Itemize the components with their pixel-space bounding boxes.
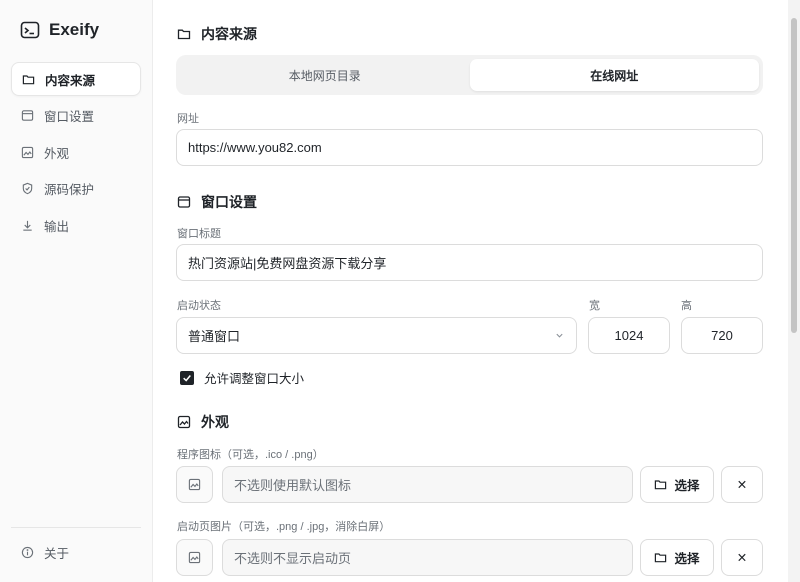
sidebar: Exeify 内容来源 窗口设置 外观 源码保护 输出 关于 [0,0,153,582]
startup-state-label: 启动状态 [177,300,221,312]
app-icon-placeholder: 不选则使用默认图标 [234,478,352,493]
section-title-window-settings: 窗口设置 [177,192,257,212]
app-icon-label: 程序图标（可选，.ico / .png） [177,449,324,461]
resizable-checkbox[interactable] [180,370,194,385]
sidebar-nav: 内容来源 窗口设置 外观 源码保护 输出 [11,62,141,245]
sidebar-divider [11,527,141,528]
width-label: 宽 [589,300,600,312]
startup-state-select[interactable]: 普通窗口 [176,317,577,354]
close-icon: ✕ [736,478,748,492]
sidebar-item-label: 窗口设置 [44,110,95,124]
close-icon: ✕ [736,551,748,565]
url-label: 网址 [177,113,199,125]
width-input[interactable]: 1024 [588,317,670,354]
about-label: 关于 [44,547,70,561]
sidebar-item-source-protection[interactable]: 源码保护 [11,172,141,206]
section-title-text: 窗口设置 [201,194,257,210]
height-input[interactable]: 720 [681,317,763,354]
download-icon [23,220,32,231]
sidebar-item-label: 源码保护 [44,183,95,197]
check-icon [183,374,191,382]
height-label: 高 [681,300,692,312]
image-icon [188,551,201,564]
brand: Exeify [20,20,99,40]
sidebar-item-label: 内容来源 [45,73,96,88]
height-value: 720 [711,328,733,343]
scrollbar-thumb[interactable] [791,18,797,333]
choose-label: 选择 [674,552,700,566]
splash-placeholder: 不选则不显示启动页 [234,551,352,566]
image-icon [21,146,34,158]
width-value: 1024 [614,328,644,343]
shield-icon [22,182,33,195]
folder-icon [655,553,667,563]
section-title-content-source: 内容来源 [177,24,257,44]
section-title-text: 外观 [201,414,229,430]
url-input[interactable]: https://www.you82.com [176,129,763,166]
choose-app-icon-button[interactable]: 选择 [640,466,714,503]
app-icon-preview [176,466,213,503]
main-panel: 内容来源 本地网页目录 在线网址 网址 https://www.you82.co… [153,0,788,582]
splash-path-input[interactable]: 不选则不显示启动页 [222,539,633,576]
sidebar-item-window-settings[interactable]: 窗口设置 [11,99,141,133]
section-title-text: 内容来源 [201,26,257,42]
terminal-icon [20,21,40,39]
sidebar-item-appearance[interactable]: 外观 [11,135,141,169]
window-icon [177,196,191,208]
image-icon [188,478,201,491]
source-type-tabs: 本地网页目录 在线网址 [176,55,763,95]
scrollbar[interactable] [788,0,800,582]
splash-preview [176,539,213,576]
splash-label: 启动页图片（可选，.png / .jpg，消除白屏） [177,521,391,533]
window-title-input[interactable]: 热门资源站|免费网盘资源下载分享 [176,244,763,281]
clear-app-icon-button[interactable]: ✕ [721,466,763,503]
app-icon-path-input[interactable]: 不选则使用默认图标 [222,466,633,503]
chevron-down-icon [556,333,563,338]
tab-local-directory[interactable]: 本地网页目录 [180,59,470,91]
window-title-label: 窗口标题 [177,228,221,240]
resizable-label: 允许调整窗口大小 [204,372,305,386]
tab-online-url[interactable]: 在线网址 [469,59,759,91]
sidebar-item-label: 输出 [44,219,70,234]
choose-label: 选择 [674,479,700,493]
sidebar-item-content-source[interactable]: 内容来源 [11,62,141,96]
section-title-appearance: 外观 [177,412,229,432]
choose-splash-button[interactable]: 选择 [640,539,714,576]
folder-icon [177,29,191,40]
info-icon [21,546,34,559]
startup-state-value: 普通窗口 [188,329,241,344]
image-icon [177,415,191,429]
clear-splash-button[interactable]: ✕ [721,539,763,576]
sidebar-item-label: 外观 [44,146,70,161]
sidebar-item-output[interactable]: 输出 [11,208,141,242]
window-title-value: 热门资源站|免费网盘资源下载分享 [188,256,387,271]
about-link[interactable]: 关于 [21,543,69,562]
resizable-checkbox-row[interactable]: 允许调整窗口大小 [180,368,304,387]
app-name: Exeify [49,20,100,39]
window-icon [21,110,34,121]
url-value: https://www.you82.com [188,140,322,155]
folder-icon [22,74,35,84]
folder-icon [655,480,667,490]
